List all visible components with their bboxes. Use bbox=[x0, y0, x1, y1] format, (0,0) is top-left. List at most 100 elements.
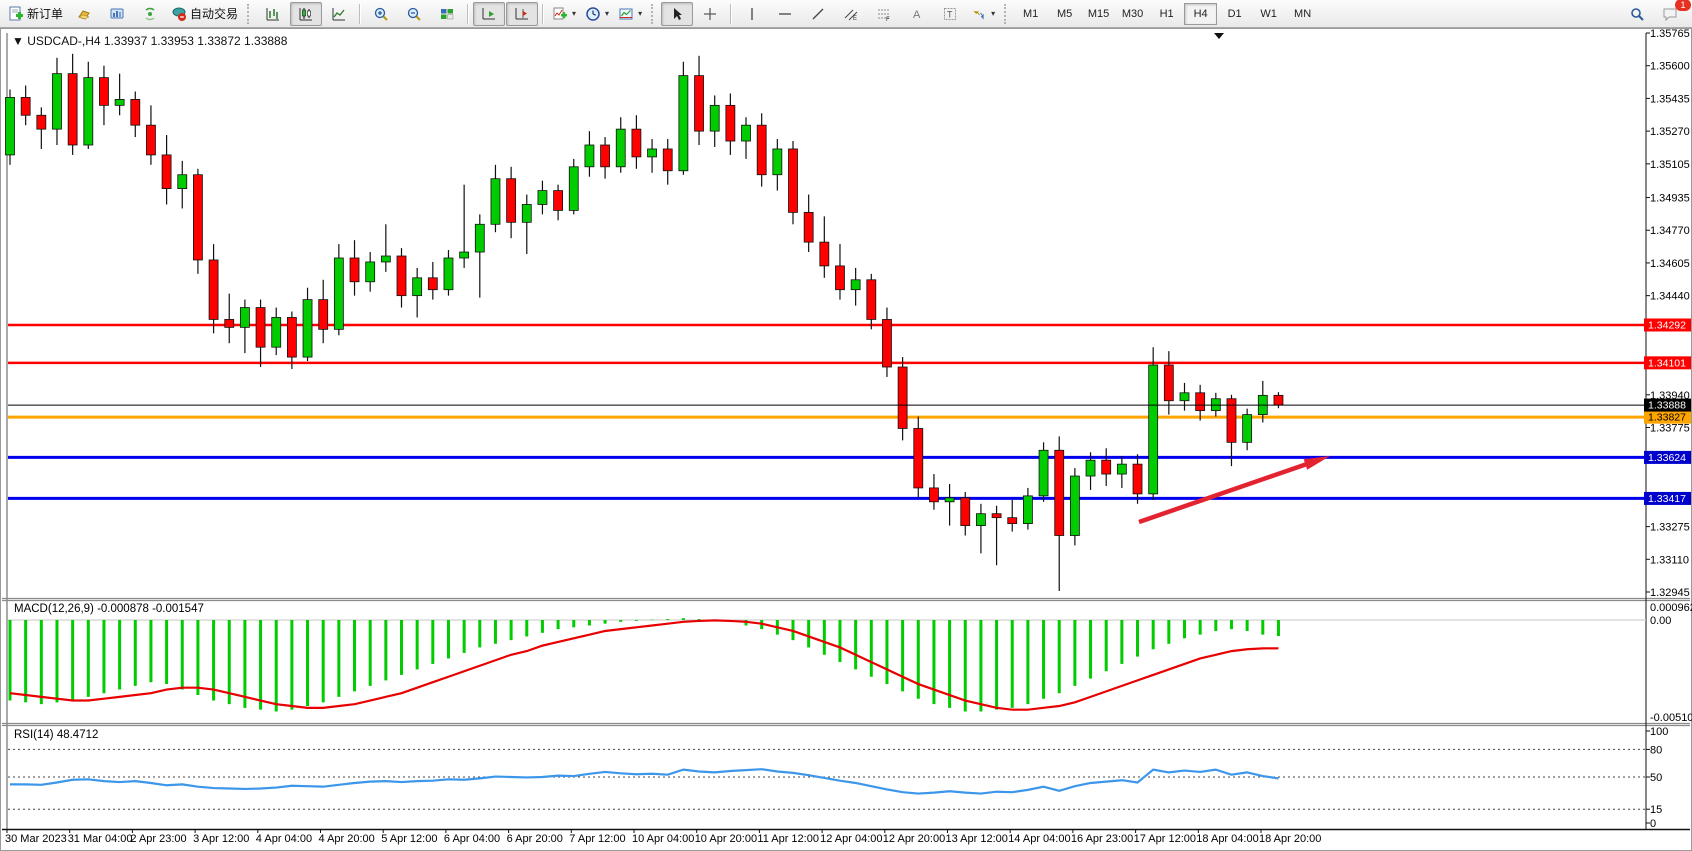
horizontal-line-tool-button[interactable] bbox=[769, 2, 801, 26]
clock-icon bbox=[585, 6, 601, 22]
price-axis-badge: 1.33417 bbox=[1644, 492, 1691, 505]
search-button[interactable] bbox=[1621, 2, 1653, 26]
price-axis-badge: 1.34292 bbox=[1644, 318, 1691, 331]
svg-text:18 Apr 20:00: 18 Apr 20:00 bbox=[1259, 833, 1321, 845]
signals-icon bbox=[142, 6, 158, 22]
line-chart-button[interactable] bbox=[323, 2, 355, 26]
timeframe-button-w1[interactable]: W1 bbox=[1252, 3, 1285, 25]
indicators-button[interactable]: ▾ bbox=[548, 2, 580, 26]
dropdown-caret-icon: ▾ bbox=[572, 9, 576, 18]
svg-text:F: F bbox=[886, 17, 890, 22]
periods-button[interactable]: ▾ bbox=[581, 2, 613, 26]
toolbar-separator bbox=[542, 4, 544, 24]
svg-text:1.35765: 1.35765 bbox=[1650, 28, 1690, 40]
tile-windows-button[interactable] bbox=[431, 2, 463, 26]
vertical-line-icon bbox=[744, 6, 760, 22]
candlestick-chart-button[interactable] bbox=[290, 2, 322, 26]
svg-text:1.33775: 1.33775 bbox=[1650, 422, 1690, 434]
candlestick-chart-icon bbox=[298, 6, 314, 22]
timeframe-button-h1[interactable]: H1 bbox=[1150, 3, 1183, 25]
svg-text:1.33110: 1.33110 bbox=[1650, 554, 1689, 566]
svg-text:1.34605: 1.34605 bbox=[1650, 258, 1690, 270]
timeframe-button-m30[interactable]: M30 bbox=[1116, 3, 1149, 25]
chart-area[interactable]: 1.357651.356001.354351.352701.351051.349… bbox=[0, 28, 1692, 851]
zoom-out-button[interactable] bbox=[398, 2, 430, 26]
svg-text:14 Apr 04:00: 14 Apr 04:00 bbox=[1008, 833, 1070, 845]
price-axis-badge: 1.33888 bbox=[1644, 399, 1691, 412]
auto-trading-label: 自动交易 bbox=[190, 5, 238, 22]
svg-text:4 Apr 04:00: 4 Apr 04:00 bbox=[256, 833, 312, 845]
auto-scroll-button[interactable] bbox=[473, 2, 505, 26]
text-tool-button[interactable]: A bbox=[901, 2, 933, 26]
new-order-label: 新订单 bbox=[27, 5, 63, 22]
arrows-tool-button[interactable]: ▾ bbox=[967, 2, 999, 26]
svg-text:11 Apr 12:00: 11 Apr 12:00 bbox=[757, 833, 819, 845]
svg-text:13 Apr 12:00: 13 Apr 12:00 bbox=[946, 833, 1008, 845]
svg-text:50: 50 bbox=[1650, 772, 1662, 784]
trendline-tool-button[interactable] bbox=[802, 2, 834, 26]
zoom-in-button[interactable] bbox=[365, 2, 397, 26]
channel-tool-button[interactable]: E bbox=[835, 2, 867, 26]
timeframe-button-m5[interactable]: M5 bbox=[1048, 3, 1081, 25]
chart-shift-icon bbox=[514, 6, 530, 22]
toolbar-separator bbox=[467, 4, 469, 24]
fibonacci-tool-button[interactable]: F bbox=[868, 2, 900, 26]
svg-text:6 Apr 04:00: 6 Apr 04:00 bbox=[444, 833, 500, 845]
template-icon bbox=[618, 6, 634, 22]
svg-text:80: 80 bbox=[1650, 744, 1662, 756]
new-order-button[interactable]: 新订单 bbox=[4, 2, 67, 26]
crosshair-icon bbox=[702, 6, 718, 22]
trendline-icon bbox=[810, 6, 826, 22]
svg-text:12 Apr 04:00: 12 Apr 04:00 bbox=[820, 833, 882, 845]
text-label-icon: T bbox=[942, 6, 958, 22]
timeframe-button-m1[interactable]: M1 bbox=[1014, 3, 1047, 25]
crosshair-button[interactable] bbox=[694, 2, 726, 26]
svg-text:MACD(12,26,9) -0.000878 -0.001: MACD(12,26,9) -0.000878 -0.001547 bbox=[14, 603, 204, 615]
vertical-line-tool-button[interactable] bbox=[736, 2, 768, 26]
templates-button[interactable]: ▾ bbox=[614, 2, 646, 26]
cursor-button[interactable] bbox=[661, 2, 693, 26]
toolbar-grip bbox=[651, 4, 656, 24]
toolbar-separator bbox=[730, 4, 732, 24]
svg-text:RSI(14) 48.4712: RSI(14) 48.4712 bbox=[14, 729, 98, 741]
timeframe-button-h4[interactable]: H4 bbox=[1184, 3, 1217, 25]
svg-text:1.33417: 1.33417 bbox=[1648, 493, 1686, 505]
signals-button[interactable] bbox=[134, 2, 166, 26]
svg-text:1.34440: 1.34440 bbox=[1650, 291, 1690, 303]
auto-trading-button[interactable]: 自动交易 bbox=[167, 2, 242, 26]
dropdown-caret-icon: ▾ bbox=[605, 9, 609, 18]
svg-text:3 Apr 12:00: 3 Apr 12:00 bbox=[193, 833, 249, 845]
svg-text:12 Apr 20:00: 12 Apr 20:00 bbox=[883, 833, 945, 845]
svg-text:1.33888: 1.33888 bbox=[1648, 400, 1686, 412]
notifications-button[interactable]: 1 bbox=[1654, 2, 1686, 26]
svg-text:15: 15 bbox=[1650, 804, 1662, 816]
timeframe-button-mn[interactable]: MN bbox=[1286, 3, 1319, 25]
indicators-icon bbox=[552, 6, 568, 22]
svg-text:E: E bbox=[853, 16, 857, 22]
svg-text:-0.005107: -0.005107 bbox=[1650, 712, 1692, 724]
svg-text:4 Apr 20:00: 4 Apr 20:00 bbox=[319, 833, 375, 845]
timeframe-button-d1[interactable]: D1 bbox=[1218, 3, 1251, 25]
svg-text:6 Apr 20:00: 6 Apr 20:00 bbox=[507, 833, 563, 845]
new-order-icon bbox=[8, 6, 24, 22]
equidistant-channel-icon: E bbox=[843, 6, 859, 22]
bar-chart-button[interactable] bbox=[257, 2, 289, 26]
market-depth-button[interactable] bbox=[101, 2, 133, 26]
svg-text:1.33827: 1.33827 bbox=[1648, 412, 1686, 424]
gold-button[interactable] bbox=[68, 2, 100, 26]
timeframe-button-m15[interactable]: M15 bbox=[1082, 3, 1115, 25]
notification-badge: 1 bbox=[1675, 0, 1691, 11]
price-axis-badge: 1.34101 bbox=[1644, 356, 1691, 369]
svg-text:18 Apr 04:00: 18 Apr 04:00 bbox=[1196, 833, 1258, 845]
market-depth-icon bbox=[109, 6, 125, 22]
svg-text:100: 100 bbox=[1650, 726, 1668, 738]
svg-text:A: A bbox=[913, 9, 921, 21]
text-icon: A bbox=[909, 6, 925, 22]
gold-bar-icon bbox=[76, 6, 92, 22]
chart-shift-button[interactable] bbox=[506, 2, 538, 26]
fibonacci-icon: F bbox=[876, 6, 892, 22]
text-label-tool-button[interactable]: T bbox=[934, 2, 966, 26]
svg-text:17 Apr 12:00: 17 Apr 12:00 bbox=[1134, 833, 1196, 845]
zoom-out-icon bbox=[406, 6, 422, 22]
main-toolbar: 新订单 自动交易 bbox=[0, 0, 1692, 28]
